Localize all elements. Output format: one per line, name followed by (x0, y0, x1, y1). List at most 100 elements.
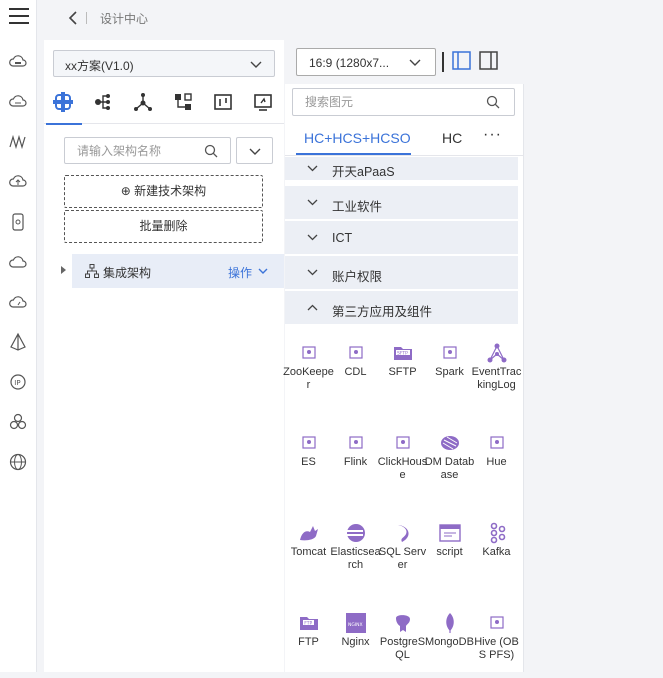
tree-expand-icon[interactable] (61, 266, 66, 274)
filter-dropdown-button[interactable] (236, 137, 273, 164)
ftp-icon: FTP (298, 612, 320, 634)
category-label: 账户权限 (332, 270, 383, 284)
chevron-down-icon (307, 165, 318, 172)
chevron-down-icon (307, 269, 318, 276)
sql-server-icon (392, 522, 414, 544)
tree-item-integration[interactable]: 集成架构 操作 (72, 254, 284, 288)
cloud-speed-icon[interactable] (8, 292, 28, 312)
category-third-party[interactable]: 第三方应用及组件 (285, 291, 518, 325)
element-sql-server[interactable]: SQL Server (379, 508, 426, 588)
tab-flow[interactable] (164, 88, 202, 124)
chevron-down-icon[interactable] (258, 268, 268, 275)
element-hive-obs-pfs[interactable]: Hive (OBS PFS) (473, 598, 520, 678)
tab-architecture[interactable] (44, 88, 82, 125)
left-nav-rail: IP (0, 0, 37, 672)
architecture-icon (53, 92, 73, 112)
element-dm-database[interactable]: DM Database (425, 418, 474, 498)
elasticsearch-icon (345, 522, 367, 544)
category-label: 工业软件 (332, 200, 383, 214)
element-cdl[interactable]: CDL (332, 328, 379, 408)
tree-icon (93, 92, 113, 112)
cloud-database-icon[interactable] (8, 92, 28, 112)
breadcrumb-separator (86, 12, 87, 24)
ip-icon[interactable]: IP (8, 372, 28, 392)
script-icon (439, 522, 461, 544)
flink-icon (345, 432, 367, 454)
network-icon (133, 92, 153, 112)
back-icon[interactable] (66, 10, 80, 26)
operation-menu[interactable]: 操作 (228, 264, 252, 281)
tool-tabs (44, 88, 284, 125)
hierarchy-icon (85, 264, 99, 278)
mongodb-icon (439, 612, 461, 634)
category-label: 第三方应用及组件 (332, 305, 433, 319)
flow-icon (173, 92, 193, 112)
batch-delete-button[interactable]: 批量删除 (64, 210, 263, 243)
chevron-down-icon (249, 148, 261, 156)
menu-icon[interactable] (9, 7, 29, 25)
dm-database-icon (439, 432, 461, 454)
scheme-select[interactable]: xx方案(V1.0) (53, 50, 275, 77)
layout-left-panel-icon[interactable] (452, 51, 471, 70)
spark-icon (439, 342, 461, 364)
element-clickhouse[interactable]: ClickHouse (378, 418, 427, 498)
svg-text:NGINX: NGINX (348, 622, 363, 628)
breadcrumb: 设计中心 (100, 12, 149, 26)
element-ftp[interactable]: FTP FTP (285, 598, 332, 678)
tab-chart-board[interactable] (204, 88, 242, 124)
layout-right-panel-icon[interactable] (479, 51, 498, 70)
element-search (292, 88, 515, 116)
design-canvas[interactable] (525, 84, 663, 672)
tab-network[interactable] (124, 88, 162, 124)
category-ict[interactable]: ICT (285, 221, 518, 255)
monitor-icon (253, 92, 273, 112)
more-tabs-button[interactable]: ··· (483, 126, 502, 144)
cloud-upload-icon[interactable] (8, 172, 28, 192)
tab-tree[interactable] (84, 88, 122, 124)
category-kaitian-apaas[interactable]: 开天aPaaS (285, 157, 518, 181)
search-icon[interactable] (204, 144, 218, 158)
element-script[interactable]: script (426, 508, 473, 588)
element-spark[interactable]: Spark (426, 328, 473, 408)
element-event-tracking-log[interactable]: EventTrackingLog (472, 328, 521, 408)
element-flink[interactable]: Flink (332, 418, 379, 498)
element-postgresql[interactable]: PostgreSQL (379, 598, 426, 678)
tree-item-label: 集成架构 (103, 266, 152, 280)
cloud-tabs: HC+HCS+HCSO HC ··· (285, 122, 524, 156)
tab-hc-hcs-hcso[interactable]: HC+HCS+HCSO (304, 130, 411, 146)
search-icon[interactable] (486, 95, 500, 109)
tab-hc[interactable]: HC (442, 130, 462, 146)
chart-board-icon (213, 92, 233, 112)
element-tomcat[interactable]: Tomcat (285, 508, 332, 588)
arch-name-input[interactable] (65, 138, 195, 163)
element-library-panel: HC+HCS+HCSO HC ··· 开天aPaaS 工业软件 ICT 账户权限… (283, 84, 524, 672)
element-es[interactable]: ES (285, 418, 332, 498)
tab-monitor[interactable] (244, 88, 282, 124)
aspect-ratio-select[interactable]: 16:9 (1280x7... (296, 48, 436, 76)
element-hue[interactable]: Hue (473, 418, 520, 498)
element-mongodb[interactable]: MongoDB (425, 598, 474, 678)
clickhouse-icon (392, 432, 414, 454)
element-zookeeper[interactable]: ZooKeeper (283, 328, 334, 408)
cloud-server-icon[interactable] (8, 52, 28, 72)
wave-icon[interactable] (8, 132, 28, 152)
element-sftp[interactable]: SFTP SFTP (379, 328, 426, 408)
category-account-permissions[interactable]: 账户权限 (285, 256, 518, 290)
element-kafka[interactable]: Kafka (473, 508, 520, 588)
element-elasticsearch[interactable]: Elasticsearch (330, 508, 381, 588)
new-architecture-button[interactable]: ⊕ 新建技术架构 (64, 175, 263, 208)
globe-icon[interactable] (8, 452, 28, 472)
element-nginx[interactable]: NGINX Nginx (332, 598, 379, 678)
device-icon[interactable] (8, 212, 28, 232)
event-tracking-icon (486, 342, 508, 364)
category-industrial-software[interactable]: 工业软件 (285, 186, 518, 220)
cloud-icon[interactable] (8, 252, 28, 272)
element-search-input[interactable] (293, 89, 473, 115)
tomcat-icon (298, 522, 320, 544)
es-icon (298, 432, 320, 454)
cdl-icon (345, 342, 367, 364)
cluster-icon[interactable] (8, 412, 28, 432)
svg-text:IP: IP (14, 379, 20, 387)
pyramid-icon[interactable] (8, 332, 28, 352)
canvas-toolbar: 16:9 (1280x7... (285, 40, 663, 84)
